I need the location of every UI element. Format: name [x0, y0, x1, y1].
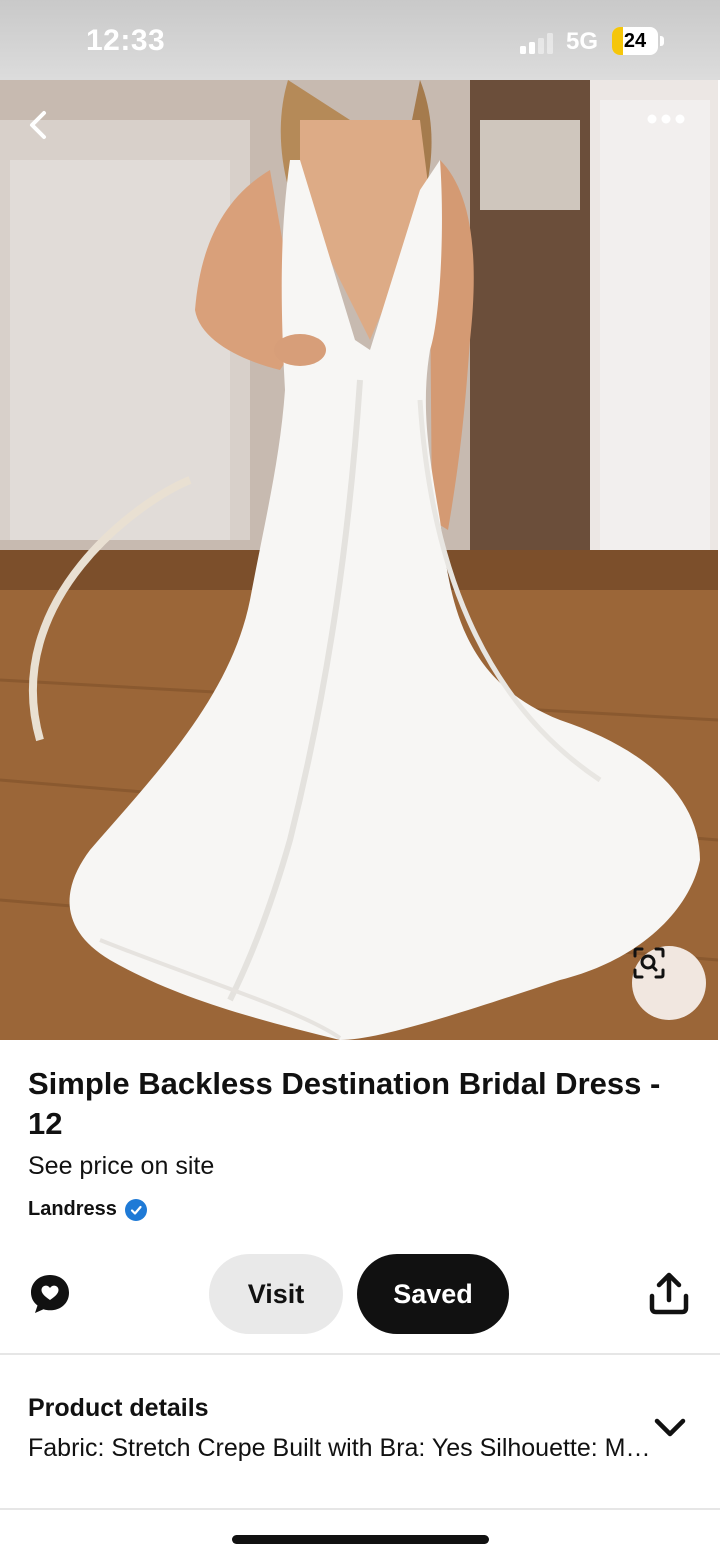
battery-percent: 24	[623, 30, 647, 52]
seller-link[interactable]: Landress	[28, 1198, 147, 1221]
network-type: 5G	[566, 28, 599, 55]
section-divider	[0, 1508, 720, 1510]
chevron-down-icon[interactable]	[652, 1414, 688, 1442]
seller-name: Landress	[28, 1198, 117, 1220]
more-options-button[interactable]	[646, 114, 694, 150]
status-bar: 12:33 5G 24	[0, 0, 720, 80]
home-indicator[interactable]	[232, 1535, 489, 1544]
ellipsis-icon	[647, 114, 685, 124]
product-details-title: Product details	[28, 1394, 209, 1422]
verified-badge-icon	[124, 1198, 147, 1221]
status-time: 12:33	[86, 24, 166, 57]
product-title: Simple Backless Destination Bridal Dress…	[28, 1066, 661, 1141]
price-text: See price on site	[28, 1152, 215, 1180]
visual-search-button[interactable]	[632, 946, 706, 1020]
share-icon[interactable]	[648, 1272, 690, 1316]
battery-indicator: 24	[612, 27, 658, 55]
cellular-signal-icon	[520, 33, 553, 54]
saved-button[interactable]: Saved	[357, 1254, 509, 1334]
visit-button[interactable]: Visit	[209, 1254, 343, 1334]
product-image[interactable]	[0, 80, 718, 1040]
back-button[interactable]	[26, 110, 72, 156]
visual-search-icon	[633, 947, 665, 979]
chevron-left-icon	[30, 111, 46, 139]
battery-nub	[660, 36, 664, 46]
comment-heart-icon[interactable]	[28, 1272, 72, 1316]
section-divider	[0, 1353, 720, 1355]
product-details-text: Fabric: Stretch Crepe Built with Bra: Ye…	[28, 1434, 653, 1462]
dress-photo	[0, 80, 718, 1040]
